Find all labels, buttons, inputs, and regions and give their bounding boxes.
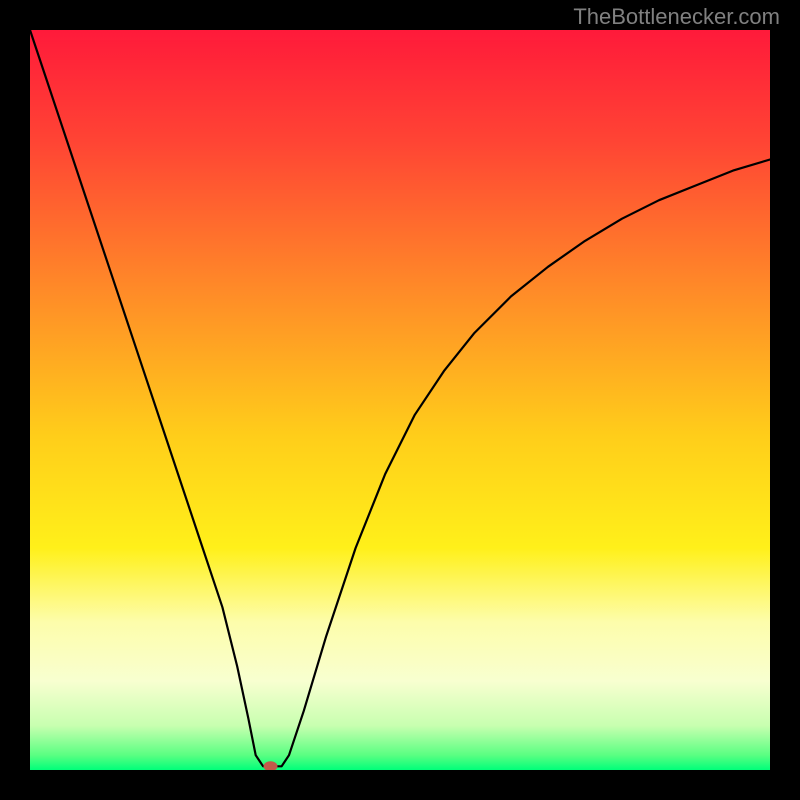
chart-svg — [30, 30, 770, 770]
plot-area — [30, 30, 770, 770]
watermark-text: TheBottlenecker.com — [573, 4, 780, 30]
chart-container: TheBottlenecker.com — [0, 0, 800, 800]
gradient-background — [30, 30, 770, 770]
